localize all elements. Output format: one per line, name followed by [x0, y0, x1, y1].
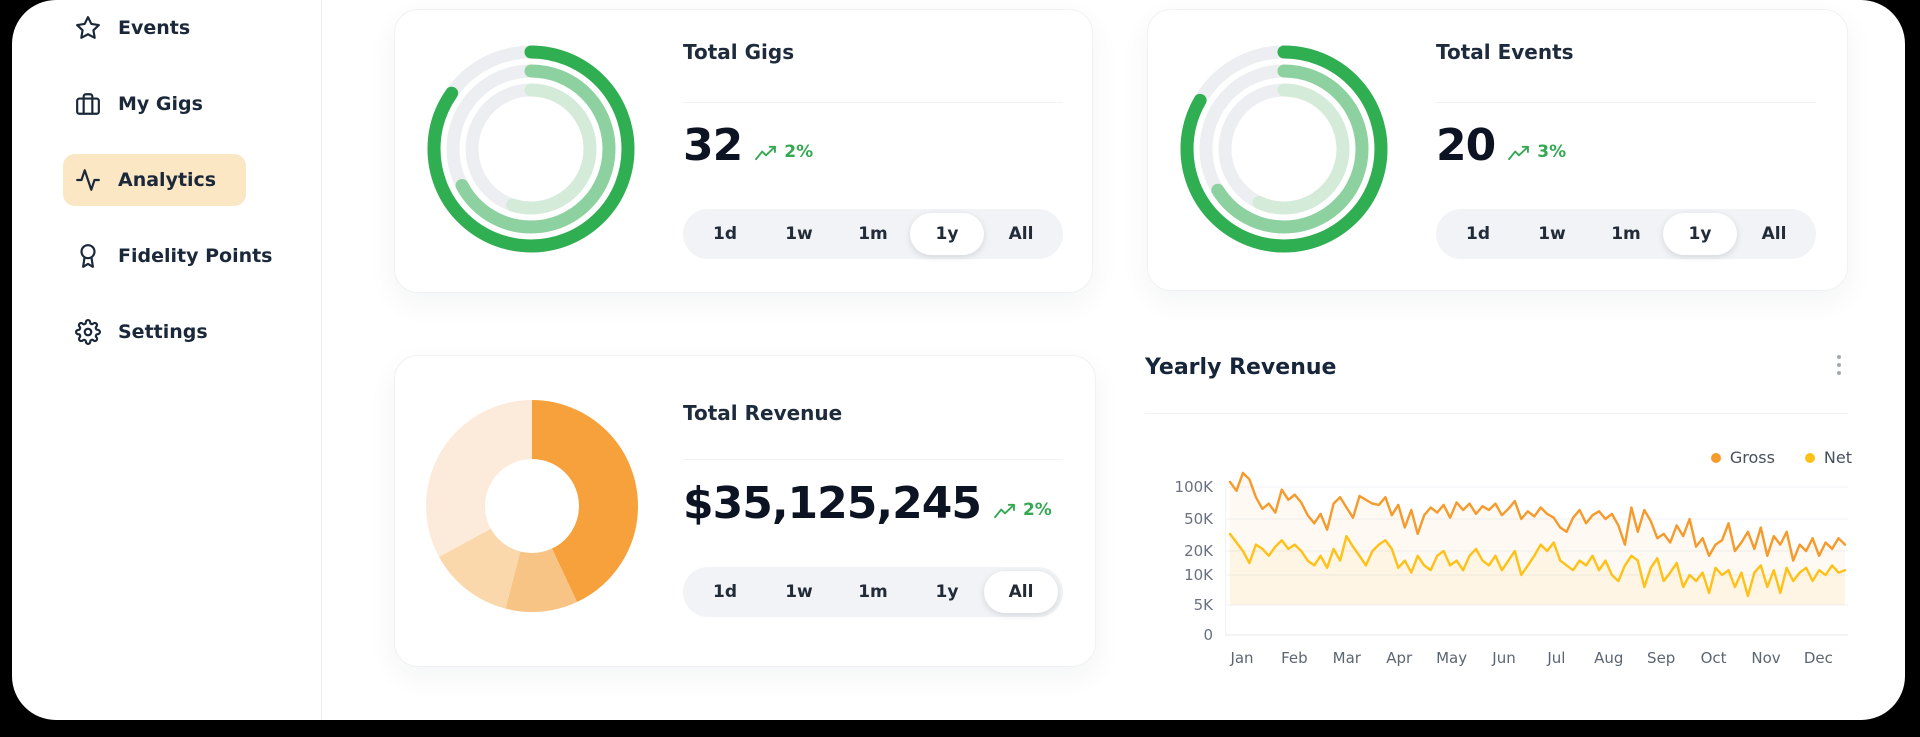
y-axis-tick: 20K — [1184, 542, 1213, 560]
briefcase-icon — [75, 91, 101, 117]
yearly-revenue-title: Yearly Revenue — [1145, 355, 1337, 380]
total-gigs-filter-1y[interactable]: 1y — [910, 213, 984, 255]
total-gigs-ring-chart — [427, 45, 635, 253]
value-row: $35,125,245 2% — [683, 478, 1052, 529]
total-gigs-value: 32 — [683, 120, 743, 171]
divider — [683, 102, 1063, 103]
trend-badge: 2% — [754, 142, 813, 170]
x-axis-label: Aug — [1594, 649, 1624, 667]
total-events-filter-1w[interactable]: 1w — [1515, 213, 1589, 255]
trending-up-icon — [994, 503, 1015, 518]
x-axis-label: Mar — [1332, 649, 1361, 667]
card-title: Total Revenue — [683, 401, 843, 425]
x-axis-label: Jul — [1547, 649, 1566, 667]
x-axis-labels: Jan Feb Mar Apr May Jun Jul Aug Sep Oct Nov Dec — [1225, 649, 1848, 669]
total-gigs-filter-1w[interactable]: 1w — [762, 213, 836, 255]
total-events-filter-1d[interactable]: 1d — [1441, 213, 1515, 255]
total-revenue-filter-1y[interactable]: 1y — [910, 571, 984, 613]
total-revenue-filter-all[interactable]: All — [984, 571, 1058, 613]
trend-badge: 2% — [993, 500, 1052, 528]
x-axis-label: Apr — [1386, 649, 1413, 667]
y-axis-tick: 50K — [1184, 510, 1213, 528]
total-revenue-filter-1d[interactable]: 1d — [688, 571, 762, 613]
sidebar-item-label: Settings — [118, 321, 208, 343]
sidebar-item-label: Fidelity Points — [118, 245, 273, 267]
total-events-filter-1m[interactable]: 1m — [1589, 213, 1663, 255]
sidebar-item-analytics[interactable]: Analytics — [63, 154, 247, 206]
dashboard-page: { "sidebar": { "items": [ { "label": "Ev… — [0, 0, 1920, 737]
x-axis-label: Sep — [1647, 649, 1676, 667]
legend-item-gross[interactable]: Gross — [1710, 448, 1775, 467]
y-axis-tick: 5K — [1193, 596, 1213, 614]
time-filter-bar: 1d 1w 1m 1y All — [1436, 209, 1816, 259]
sidebar: Events My Gigs Analytics Fidelity Points Set… — [12, 0, 322, 720]
total-revenue-filter-1w[interactable]: 1w — [762, 571, 836, 613]
sidebar-item-label: Events — [118, 17, 191, 39]
divider — [1436, 102, 1816, 103]
trend-value: 2% — [1022, 500, 1052, 521]
card-title: Total Events — [1436, 40, 1574, 64]
sidebar-item-fidelity-points[interactable]: Fidelity Points — [63, 230, 303, 282]
legend-item-net[interactable]: Net — [1804, 448, 1852, 467]
x-axis-label: Feb — [1281, 649, 1308, 667]
total-events-card: Total Events 20 3% 1d 1w 1m 1y All — [1147, 9, 1848, 291]
value-row: 32 2% — [683, 120, 813, 171]
total-gigs-filter-1d[interactable]: 1d — [688, 213, 762, 255]
total-events-ring-chart — [1180, 45, 1388, 253]
value-row: 20 3% — [1436, 120, 1566, 171]
legend-dot-icon — [1804, 452, 1815, 463]
total-revenue-donut-chart — [426, 400, 638, 612]
x-axis-label: Jun — [1492, 649, 1516, 667]
y-axis-tick: 10K — [1184, 566, 1213, 584]
legend-dot-icon — [1710, 452, 1721, 463]
trending-up-icon — [755, 145, 777, 160]
x-axis-label: Oct — [1700, 649, 1727, 667]
sidebar-item-my-gigs[interactable]: My Gigs — [63, 78, 233, 130]
total-gigs-filter-1m[interactable]: 1m — [836, 213, 910, 255]
trend-value: 3% — [1537, 142, 1567, 163]
sidebar-nav: Events My Gigs Analytics Fidelity Points Set… — [12, 2, 321, 382]
trend-badge: 3% — [1507, 142, 1566, 170]
trend-value: 2% — [784, 142, 814, 163]
award-icon — [75, 243, 101, 269]
time-filter-bar: 1d 1w 1m 1y All — [683, 567, 1063, 617]
legend-label: Net — [1823, 448, 1852, 467]
sidebar-item-events[interactable]: Events — [63, 2, 220, 54]
x-axis-label: Nov — [1751, 649, 1781, 667]
total-revenue-filter-1m[interactable]: 1m — [836, 571, 910, 613]
sidebar-item-settings[interactable]: Settings — [63, 306, 238, 358]
x-axis-label: May — [1436, 649, 1468, 667]
x-axis-label: Jan — [1230, 649, 1254, 667]
total-revenue-card: Total Revenue $35,125,245 2% 1d 1w 1m 1y All — [394, 355, 1096, 667]
gear-icon — [75, 319, 101, 345]
y-axis-tick: 0 — [1203, 626, 1213, 644]
total-events-filter-1y[interactable]: 1y — [1663, 213, 1737, 255]
chart-legend: Gross Net — [1710, 448, 1852, 467]
total-gigs-card: Total Gigs 32 2% 1d 1w 1m 1y All — [394, 9, 1093, 293]
total-events-value: 20 — [1436, 120, 1496, 171]
sidebar-item-label: Analytics — [118, 169, 217, 191]
time-filter-bar: 1d 1w 1m 1y All — [683, 209, 1063, 259]
total-events-filter-all[interactable]: All — [1737, 213, 1811, 255]
total-revenue-value: $35,125,245 — [683, 478, 982, 529]
total-gigs-filter-all[interactable]: All — [984, 213, 1058, 255]
yearly-revenue-line-chart — [1225, 471, 1848, 636]
trending-up-icon — [1508, 145, 1530, 160]
x-axis-label: Dec — [1803, 649, 1833, 667]
divider — [683, 459, 1063, 460]
card-title: Total Gigs — [683, 40, 795, 64]
divider — [1145, 413, 1848, 414]
more-options-icon[interactable] — [1824, 348, 1854, 382]
legend-label: Gross — [1729, 448, 1775, 467]
activity-icon — [75, 167, 101, 193]
y-axis-tick: 100K — [1174, 478, 1213, 496]
star-icon — [75, 15, 101, 41]
sidebar-item-label: My Gigs — [118, 93, 203, 115]
y-axis-labels: 100K 50K 20K 10K 5K 0 — [1150, 478, 1213, 644]
